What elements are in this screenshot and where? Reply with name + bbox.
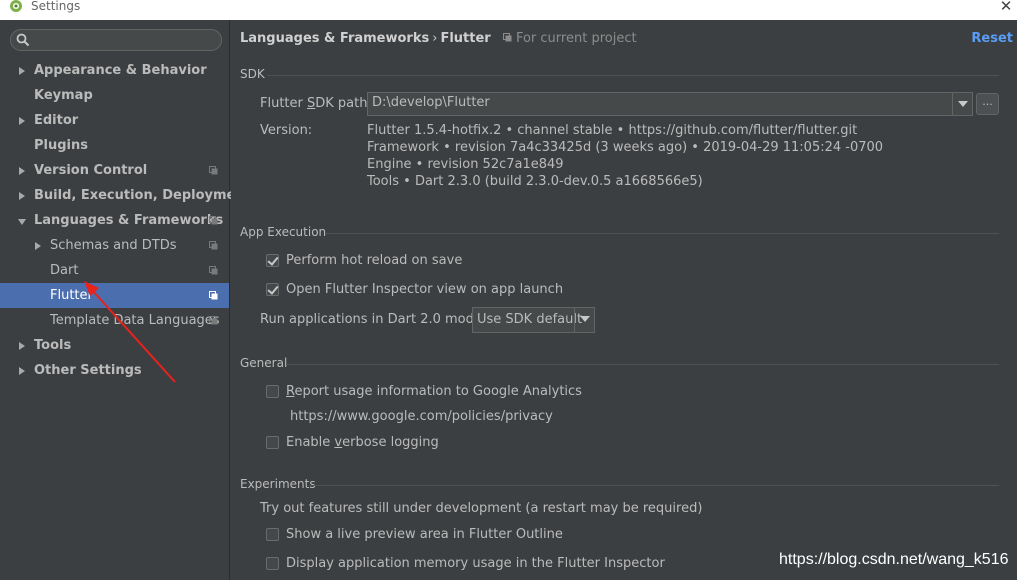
chevron-right-icon[interactable] — [18, 333, 28, 358]
analytics-checkbox[interactable] — [266, 385, 279, 398]
app-execution-section-divider — [325, 233, 999, 234]
sidebar-item[interactable]: Template Data Languages — [0, 308, 229, 333]
android-studio-logo-icon — [10, 0, 22, 12]
sidebar-item[interactable]: Languages & Frameworks — [0, 208, 229, 233]
general-section-title: General — [240, 356, 288, 370]
version-line-framework: Framework • revision 7a4c33425d (3 weeks… — [367, 140, 884, 155]
project-scope-icon — [502, 33, 512, 42]
breadcrumb: Languages & Frameworks › Flutter For curre… — [240, 31, 637, 46]
memory-usage-checkbox[interactable] — [266, 557, 279, 570]
dart2-mode-label: Run applications in Dart 2.0 mode: — [260, 312, 487, 327]
sidebar-item-label: Plugins — [34, 138, 88, 153]
chevron-right-icon[interactable] — [34, 233, 44, 258]
live-preview-label[interactable]: Show a live preview area in Flutter Outl… — [286, 527, 563, 542]
version-line-tools: Tools • Dart 2.3.0 (build 2.3.0-dev.0.5 … — [367, 174, 703, 189]
sidebar-item-label: Appearance & Behavior — [34, 63, 207, 78]
hot-reload-checkbox[interactable] — [266, 254, 279, 267]
sdk-section-divider — [267, 75, 999, 76]
sidebar-item-label: Dart — [50, 263, 79, 278]
experiments-description: Try out features still under development… — [260, 501, 703, 516]
project-scope-icon — [209, 266, 218, 275]
chevron-right-icon[interactable] — [18, 158, 28, 183]
sidebar-item[interactable]: Build, Execution, Deployment — [0, 183, 251, 208]
chevron-right-icon[interactable] — [18, 183, 28, 208]
privacy-policy-link[interactable]: https://www.google.com/policies/privacy — [290, 409, 553, 424]
breadcrumb-separator: › — [432, 31, 438, 46]
sidebar-item[interactable]: Flutter — [0, 283, 229, 308]
experiments-section-title: Experiments — [240, 477, 316, 491]
verbose-logging-checkbox[interactable] — [266, 436, 279, 449]
sidebar-item[interactable]: Keymap — [0, 83, 229, 108]
sidebar-item[interactable]: Tools — [0, 333, 229, 358]
project-scope-icon — [209, 291, 218, 300]
sidebar-item-label: Build, Execution, Deployment — [34, 188, 251, 203]
chevron-right-icon[interactable] — [18, 358, 28, 383]
general-section-divider — [287, 364, 999, 365]
flutter-sdk-path-label: Flutter SDK path: — [260, 96, 372, 111]
sidebar-item[interactable]: Appearance & Behavior — [0, 58, 229, 83]
settings-content: Languages & Frameworks › Flutter For curre… — [231, 20, 1017, 580]
project-scope-icon — [209, 166, 218, 175]
version-label: Version: — [260, 123, 313, 138]
close-icon[interactable]: ✕ — [998, 0, 1014, 14]
window-title: Settings — [31, 0, 81, 13]
sidebar-item-label: Template Data Languages — [50, 313, 220, 328]
breadcrumb-scope: For current project — [515, 31, 637, 46]
sidebar-item[interactable]: Version Control — [0, 158, 229, 183]
inspector-on-launch-label[interactable]: Open Flutter Inspector view on app launc… — [286, 282, 563, 297]
hot-reload-label[interactable]: Perform hot reload on save — [286, 253, 462, 268]
sdk-section-title: SDK — [240, 67, 265, 81]
version-line-engine: Engine • revision 52c7a1e849 — [367, 157, 564, 172]
version-line-flutter: Flutter 1.5.4-hotfix.2 • channel stable … — [367, 123, 858, 138]
sidebar-item-label: Schemas and DTDs — [50, 238, 177, 253]
experiments-section-divider — [310, 485, 999, 486]
sidebar-item-label: Version Control — [34, 163, 148, 178]
sidebar-item-label: Languages & Frameworks — [34, 213, 224, 228]
analytics-label[interactable]: Report usage information to Google Analy… — [286, 384, 582, 399]
project-scope-icon — [209, 316, 218, 325]
chevron-right-icon[interactable] — [18, 108, 28, 133]
memory-usage-label[interactable]: Display application memory usage in the … — [286, 556, 665, 571]
dart2-mode-value: Use SDK default — [477, 312, 583, 327]
breadcrumb-current: Flutter — [440, 31, 491, 46]
inspector-on-launch-checkbox[interactable] — [266, 283, 279, 296]
watermark: https://blog.csdn.net/wang_k516 — [779, 551, 1009, 568]
project-scope-icon — [209, 241, 218, 250]
sidebar-item[interactable]: Schemas and DTDs — [0, 233, 229, 258]
sidebar-item-label: Editor — [34, 113, 79, 128]
sidebar-item-label: Flutter — [50, 288, 93, 303]
sidebar-item[interactable]: Editor — [0, 108, 229, 133]
chevron-down-icon[interactable] — [952, 93, 972, 115]
sidebar-item[interactable]: Plugins — [0, 133, 229, 158]
flutter-sdk-path-value: D:\develop\Flutter — [372, 95, 490, 110]
flutter-sdk-path-combo[interactable]: D:\develop\Flutter — [367, 92, 973, 116]
sidebar-item-label: Other Settings — [34, 363, 142, 378]
dart2-mode-select[interactable]: Use SDK default — [472, 307, 595, 333]
app-execution-section-title: App Execution — [240, 225, 327, 239]
verbose-logging-label[interactable]: Enable verbose logging — [286, 435, 439, 450]
settings-sidebar: Appearance & Behavior Keymap Editor Plugins… — [0, 20, 251, 580]
settings-search-input[interactable] — [10, 29, 222, 51]
window-titlebar: Settings ✕ — [0, 0, 1017, 20]
search-icon — [16, 33, 30, 47]
chevron-down-icon[interactable] — [18, 208, 28, 233]
sidebar-item[interactable]: Other Settings — [0, 358, 229, 383]
live-preview-checkbox[interactable] — [266, 528, 279, 541]
chevron-down-icon[interactable] — [574, 308, 594, 332]
reset-link[interactable]: Reset — [971, 31, 1013, 46]
chevron-right-icon[interactable] — [18, 58, 28, 83]
browse-sdk-button[interactable]: ... — [976, 93, 999, 115]
sidebar-item[interactable]: Dart — [0, 258, 229, 283]
breadcrumb-parent[interactable]: Languages & Frameworks — [240, 31, 429, 46]
sidebar-item-label: Tools — [34, 338, 72, 353]
project-scope-icon — [209, 216, 218, 225]
sidebar-item-label: Keymap — [34, 88, 93, 103]
